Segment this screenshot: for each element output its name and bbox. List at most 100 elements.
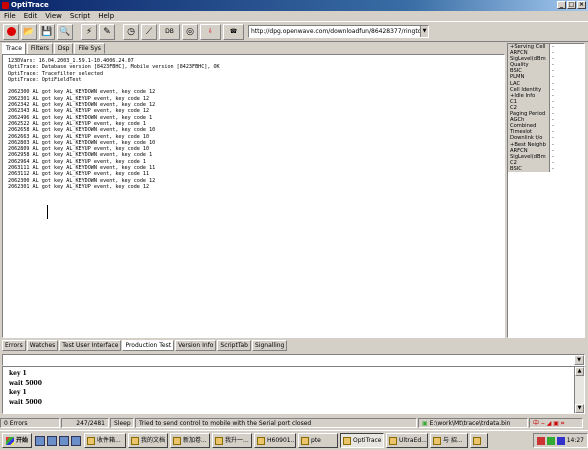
app-icon bbox=[301, 436, 310, 445]
optitrace-window: OptiTrace _ □ × File Edit View Script He… bbox=[0, 0, 588, 450]
tab-version-info[interactable]: Version Info bbox=[175, 340, 217, 351]
menu-view[interactable]: View bbox=[45, 11, 62, 21]
taskbar-label: 收件箱... bbox=[97, 437, 121, 444]
taskbar-button[interactable]: 新加卷... bbox=[170, 433, 211, 448]
watch-button[interactable]: ◷ bbox=[123, 23, 139, 40]
chevron-down-icon[interactable]: ▼ bbox=[574, 355, 584, 365]
status-path-text: E:\work\Mt\trace\trdata.bin bbox=[429, 420, 511, 427]
taskbar-button[interactable]: H60901... bbox=[254, 433, 297, 448]
volume-icon[interactable] bbox=[556, 436, 565, 445]
tab-filters[interactable]: Filters bbox=[26, 43, 53, 54]
url-input[interactable]: http://dpg.openwave.com/downloadfun/8642… bbox=[248, 25, 429, 38]
target-button[interactable]: ◎ bbox=[182, 23, 198, 40]
tab-errors[interactable]: Errors bbox=[2, 340, 26, 351]
cell-info-panel[interactable]: +Serving Cell - ARFCN - SigLevel(dBm - Quality… bbox=[507, 43, 585, 338]
script-scrollbar[interactable]: ▲ ▼ bbox=[574, 367, 584, 413]
download-button[interactable]: ⇩ bbox=[200, 23, 221, 40]
disk-icon: 💾 bbox=[41, 26, 53, 37]
phone-button[interactable]: ☎ bbox=[223, 23, 244, 40]
explorer-icon[interactable] bbox=[47, 435, 58, 446]
antivirus-icon[interactable] bbox=[536, 436, 545, 445]
menu-script[interactable]: Script bbox=[70, 11, 90, 21]
status-bar: 0 Errors 247/2481 Sleep Tried to send co… bbox=[0, 418, 588, 429]
tab-watches[interactable]: Watches bbox=[26, 340, 59, 351]
menu-help[interactable]: Help bbox=[98, 11, 114, 21]
taskbar-button[interactable]: 我的文档 bbox=[128, 433, 169, 448]
filter-button[interactable]: ⚡ bbox=[81, 23, 97, 40]
taskbar-button[interactable]: 收件箱... bbox=[84, 433, 127, 448]
maximize-button[interactable]: □ bbox=[567, 1, 576, 9]
menu-file[interactable]: File bbox=[4, 11, 16, 21]
script-editor[interactable]: ▲ ▼ key 1 wait 5000 key 1 wait 5000 bbox=[2, 366, 585, 414]
window-title: OptiTrace bbox=[11, 1, 49, 9]
trace-line: 2062301 AL got key AL_KEYUP event, key c… bbox=[8, 183, 150, 190]
desktop-icon[interactable] bbox=[71, 435, 82, 446]
tab-test-user-interface[interactable]: Test User Interface bbox=[59, 340, 122, 351]
trace-output[interactable]: 123DVars: 16.04.2003_1.59.1-10.4006.24.0… bbox=[2, 54, 505, 338]
clock: 14:27 bbox=[566, 437, 584, 444]
close-button[interactable]: × bbox=[577, 1, 586, 9]
signal-button[interactable]: ⟋ bbox=[141, 23, 157, 40]
status-state: Sleep bbox=[110, 418, 134, 428]
app-icon bbox=[343, 436, 352, 445]
file-icon: ▣ bbox=[422, 420, 428, 427]
save-button[interactable]: 💾 bbox=[39, 23, 55, 40]
taskbar-button[interactable]: 与 招... bbox=[430, 433, 469, 448]
taskbar-button[interactable]: OptiTrace bbox=[340, 433, 385, 448]
tab-production-test[interactable]: Production Test bbox=[122, 340, 175, 351]
title-bar: OptiTrace _ □ × bbox=[0, 0, 588, 11]
network-icon[interactable] bbox=[546, 436, 555, 445]
app-icon bbox=[215, 436, 224, 445]
text-cursor bbox=[47, 205, 48, 219]
script-line: wait 5000 bbox=[9, 379, 42, 387]
tab-dsp[interactable]: Dsp bbox=[53, 43, 74, 54]
chevron-down-icon[interactable]: ▼ bbox=[420, 26, 428, 37]
outlook-icon[interactable] bbox=[59, 435, 70, 446]
windows-logo-icon bbox=[6, 436, 14, 445]
taskbar-button[interactable]: pte bbox=[298, 433, 339, 448]
taskbar-label: UltraEd... bbox=[399, 437, 427, 444]
minimize-button[interactable]: _ bbox=[557, 1, 566, 9]
wand-icon: ⚡ bbox=[85, 26, 93, 37]
app-icon bbox=[2, 2, 9, 9]
scroll-down-icon[interactable]: ▼ bbox=[575, 404, 584, 413]
script-line: key 1 bbox=[9, 370, 27, 377]
script-line: wait 5000 bbox=[9, 398, 42, 406]
record-icon bbox=[6, 27, 16, 36]
url-value: http://dpg.openwave.com/downloadfun/8642… bbox=[251, 28, 422, 35]
folder-icon: 📂 bbox=[23, 26, 35, 37]
app-icon bbox=[87, 436, 96, 445]
app-icon bbox=[389, 436, 398, 445]
tab-signalling[interactable]: Signalling bbox=[251, 340, 288, 351]
menu-bar: File Edit View Script Help bbox=[0, 11, 588, 21]
app-icon bbox=[473, 436, 482, 445]
menu-edit[interactable]: Edit bbox=[24, 11, 38, 21]
record-button[interactable] bbox=[3, 23, 19, 40]
task-list: 收件箱... 我的文档 新加卷... 我升一... H60901... pte OptiTr… bbox=[84, 433, 490, 448]
taskbar-button[interactable] bbox=[470, 433, 489, 448]
scroll-up-icon[interactable]: ▲ bbox=[575, 367, 584, 376]
status-path: ▣ E:\work\Mt\trace\trdata.bin bbox=[418, 418, 528, 428]
tab-scripttab[interactable]: ScriptTab bbox=[217, 340, 251, 351]
status-ime: 中 ⌣ ◢ ▣ ⌗ bbox=[529, 418, 583, 428]
script-button[interactable]: ✎ bbox=[99, 23, 115, 40]
quick-launch bbox=[35, 435, 82, 446]
status-errors: 0 Errors bbox=[0, 418, 60, 428]
open-button[interactable]: 📂 bbox=[21, 23, 37, 40]
top-tabs: Trace Filters Dsp File Sys bbox=[2, 43, 106, 55]
ie-icon[interactable] bbox=[35, 435, 46, 446]
app-icon bbox=[131, 436, 140, 445]
taskbar-label: 与 招... bbox=[443, 437, 463, 444]
signal-icon: ⟋ bbox=[145, 26, 153, 37]
db-button[interactable]: DB bbox=[159, 23, 180, 40]
taskbar-button[interactable]: UltraEd... bbox=[386, 433, 429, 448]
script-toolbar-row[interactable]: ▼ bbox=[2, 354, 585, 366]
find-button[interactable]: 🔍 bbox=[57, 23, 73, 40]
start-button[interactable]: 开始 bbox=[2, 433, 33, 448]
tab-file-sys[interactable]: File Sys bbox=[74, 43, 105, 54]
status-count: 247/2481 bbox=[61, 418, 109, 428]
phone-icon: ☎ bbox=[229, 28, 238, 35]
taskbar-label: OptiTrace bbox=[353, 437, 382, 444]
taskbar-label: 我的文档 bbox=[141, 437, 166, 444]
taskbar-button[interactable]: 我升一... bbox=[212, 433, 253, 448]
